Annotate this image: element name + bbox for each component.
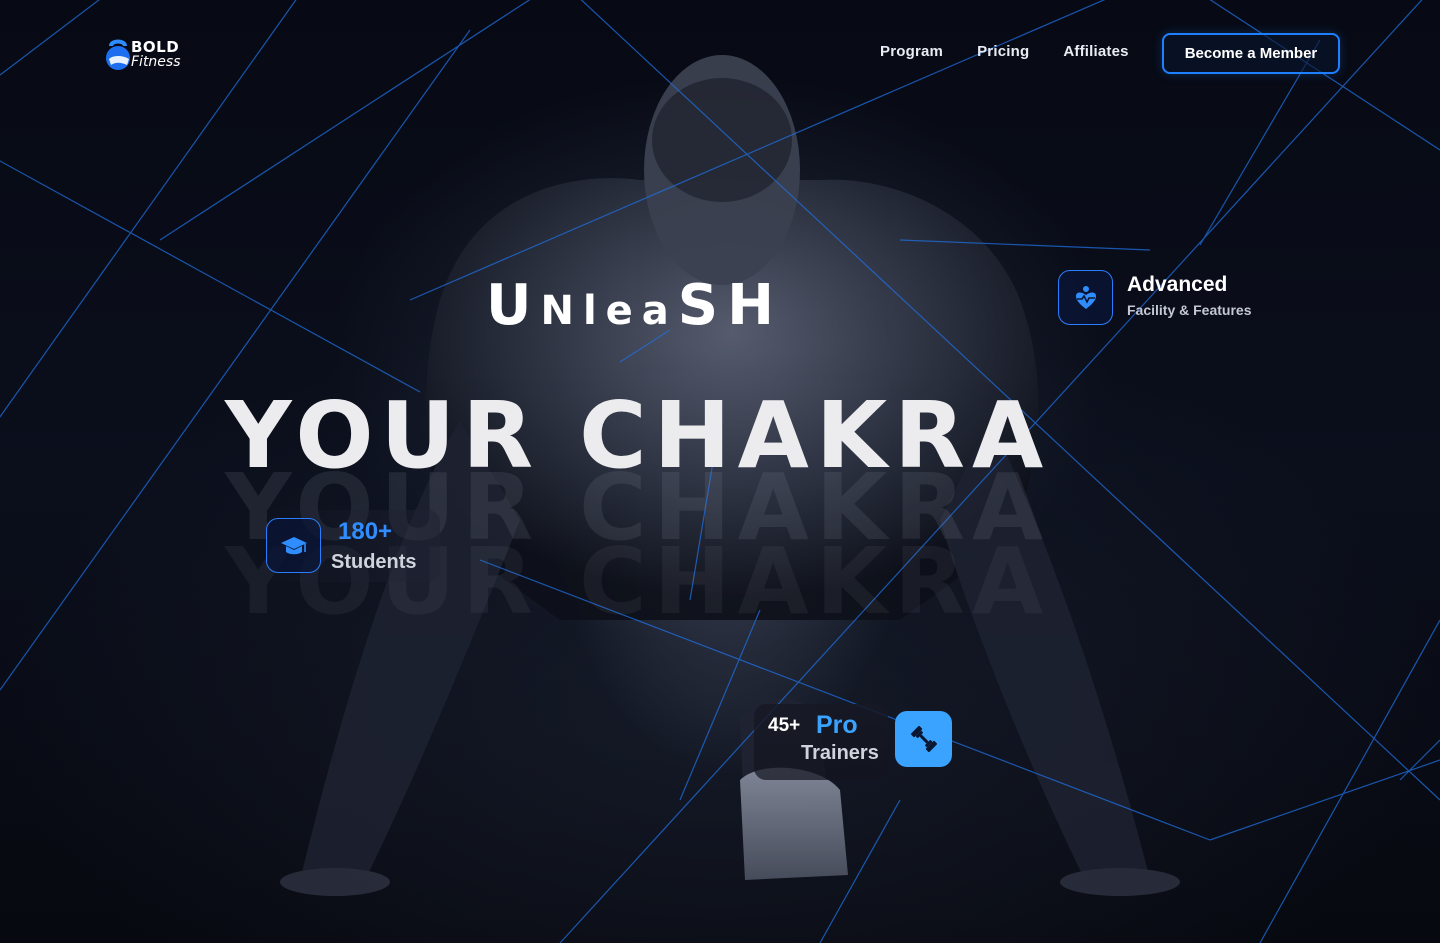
students-label: Students: [331, 551, 417, 573]
brand-logo[interactable]: BOLD Fitness: [103, 35, 203, 73]
trainers-highlight: Pro: [816, 711, 858, 739]
hero-heading-line2: YOUR CHAKRA: [225, 382, 1051, 489]
heading-letters-nlea: Nlea: [540, 288, 678, 334]
students-count: 180+: [338, 518, 393, 545]
heading-letter-u: U: [486, 273, 541, 338]
facility-title: Advanced: [1127, 273, 1228, 296]
graduation-cap-icon: [266, 518, 321, 573]
dumbbell-icon: [895, 711, 952, 767]
main-nav: Program Pricing Affiliates: [880, 43, 1129, 60]
hero-heading-line1: UNleaSH: [486, 278, 906, 334]
nav-affiliates[interactable]: Affiliates: [1063, 43, 1128, 60]
trainers-label: Trainers: [801, 742, 879, 764]
kettlebell-icon: [103, 37, 133, 71]
trainers-count: 45+: [768, 715, 801, 736]
become-member-button[interactable]: Become a Member: [1162, 33, 1340, 74]
nav-pricing[interactable]: Pricing: [977, 43, 1029, 60]
brand-subname: Fitness: [131, 53, 181, 70]
nav-program[interactable]: Program: [880, 43, 943, 60]
heading-letter-h: H: [727, 273, 784, 338]
heading-letter-s: S: [677, 273, 728, 338]
heart-pulse-person-icon: [1058, 270, 1113, 325]
facility-subtitle: Facility & Features: [1127, 302, 1252, 318]
brand-name: BOLD: [131, 37, 180, 56]
